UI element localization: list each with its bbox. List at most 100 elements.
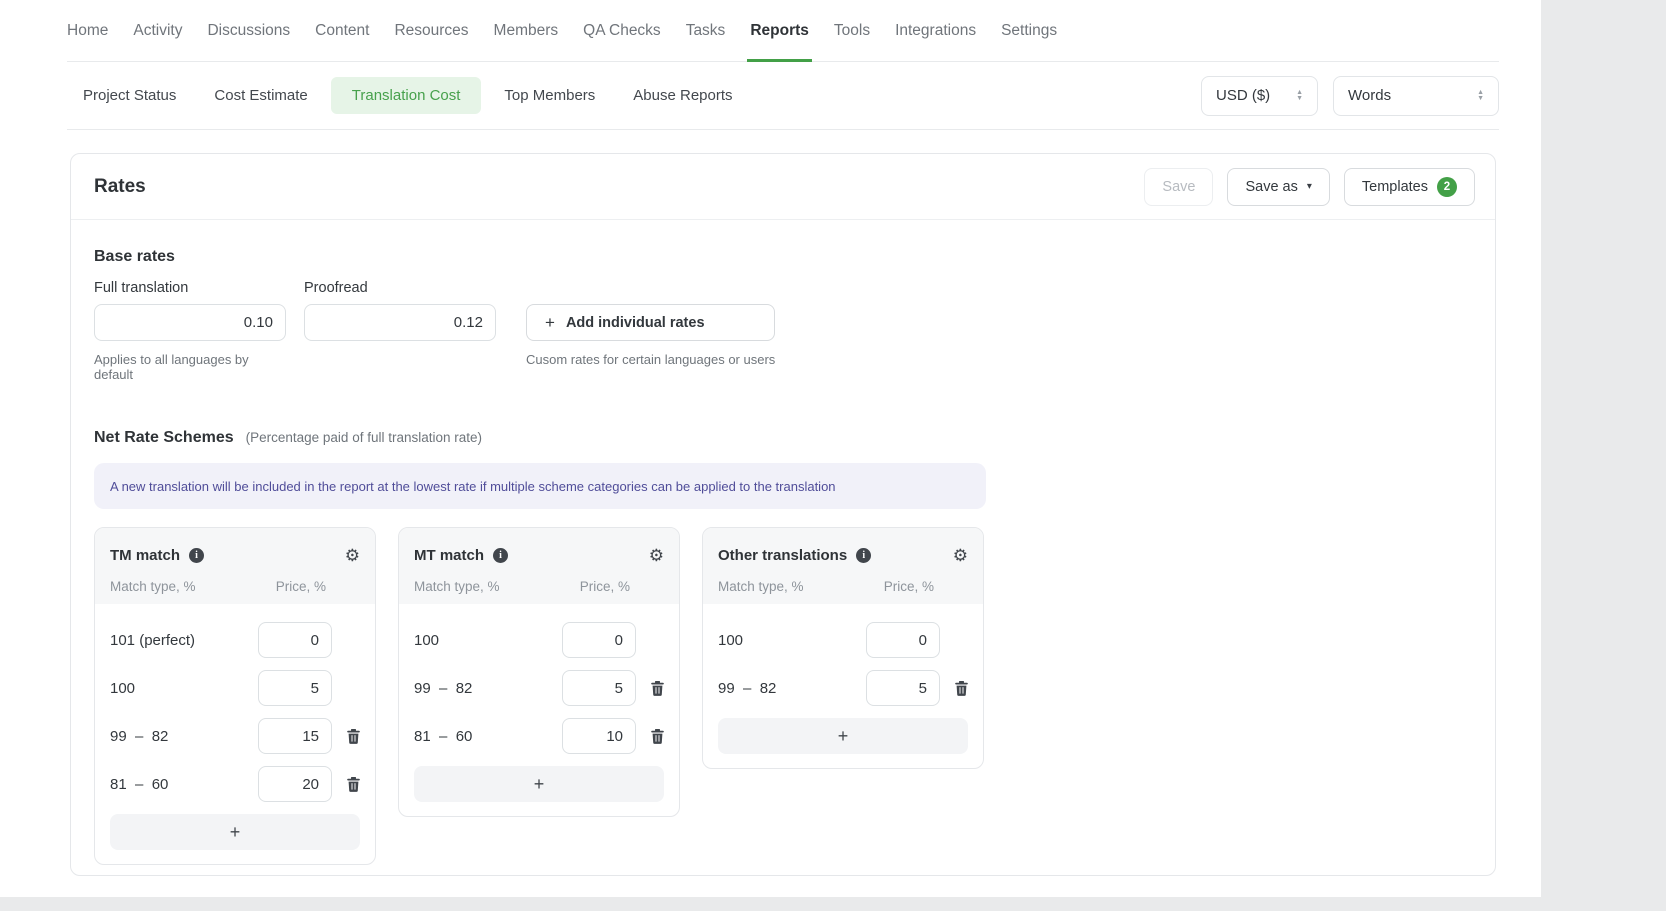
currency-select[interactable]: USD ($) ▲ ▼ xyxy=(1201,76,1318,116)
price-input[interactable] xyxy=(866,670,940,706)
tab-translation-cost[interactable]: Translation Cost xyxy=(331,77,482,114)
net-rate-schemes-heading-row: Net Rate Schemes (Percentage paid of ful… xyxy=(94,429,1472,447)
gear-icon[interactable]: ⚙ xyxy=(345,547,360,564)
save-as-button[interactable]: Save as ▾ xyxy=(1227,168,1329,206)
top-nav-item-resources[interactable]: Resources xyxy=(394,0,468,61)
chevron-down-icon: ▾ xyxy=(1307,181,1312,192)
scheme-title: TM match xyxy=(110,547,180,564)
tab-top-members[interactable]: Top Members xyxy=(504,87,595,104)
full-translation-input[interactable] xyxy=(94,304,286,341)
tab-project-status[interactable]: Project Status xyxy=(83,87,176,104)
top-nav-item-activity[interactable]: Activity xyxy=(133,0,182,61)
unit-select[interactable]: Words ▲ ▼ xyxy=(1333,76,1499,116)
trash-icon xyxy=(955,681,968,696)
price-input[interactable] xyxy=(258,622,332,658)
trash-icon xyxy=(347,729,360,744)
schemes-row: TM match i ⚙ Match type, % Price, % xyxy=(94,527,1472,865)
full-translation-field: Full translation Applies to all language… xyxy=(94,279,286,382)
app-window: Home Activity Discussions Content Resour… xyxy=(0,0,1541,897)
table-row: 100 xyxy=(414,622,664,658)
scheme-mt-match: MT match i ⚙ Match type, % Price, % xyxy=(398,527,680,817)
gear-icon[interactable]: ⚙ xyxy=(649,547,664,564)
spacer xyxy=(526,279,775,304)
table-row: 81 – 60 xyxy=(110,766,360,802)
price-input[interactable] xyxy=(258,718,332,754)
add-row-button[interactable]: + xyxy=(414,766,664,802)
page: Home Activity Discussions Content Resour… xyxy=(0,0,1666,911)
scheme-header: MT match i ⚙ Match type, % Price, % xyxy=(399,528,679,604)
table-row: 81 – 60 xyxy=(414,718,664,754)
proofread-label: Proofread xyxy=(304,279,496,297)
save-button[interactable]: Save xyxy=(1144,168,1213,206)
currency-select-value: USD ($) xyxy=(1216,87,1270,104)
full-translation-label: Full translation xyxy=(94,279,286,297)
top-nav-item-settings[interactable]: Settings xyxy=(1001,0,1057,61)
reports-tab-bar: Project Status Cost Estimate Translation… xyxy=(67,62,1499,130)
match-type-label: 99 – 82 xyxy=(718,680,866,697)
rates-card: Rates Save Save as ▾ Templates 2 Base ra… xyxy=(70,153,1496,876)
tab-abuse-reports[interactable]: Abuse Reports xyxy=(633,87,732,104)
add-row-button[interactable]: + xyxy=(110,814,360,850)
top-nav-item-integrations[interactable]: Integrations xyxy=(895,0,976,61)
trash-icon xyxy=(651,729,664,744)
match-type-label: 100 xyxy=(414,632,562,649)
top-nav-item-tasks[interactable]: Tasks xyxy=(686,0,726,61)
delete-row-button[interactable] xyxy=(651,681,664,696)
top-nav-item-qa-checks[interactable]: QA Checks xyxy=(583,0,661,61)
match-type-label: 81 – 60 xyxy=(414,728,562,745)
scheme-body: 100 99 – 82 81 – 60 xyxy=(399,604,679,816)
rates-actions: Save Save as ▾ Templates 2 xyxy=(1144,168,1475,206)
select-arrows-icon: ▲ ▼ xyxy=(1296,90,1303,102)
rates-card-header: Rates Save Save as ▾ Templates 2 xyxy=(71,154,1495,220)
scheme-body: 101 (perfect) 100 99 – 82 xyxy=(95,604,375,864)
delete-row-button[interactable] xyxy=(955,681,968,696)
price-input[interactable] xyxy=(258,766,332,802)
top-nav-item-discussions[interactable]: Discussions xyxy=(207,0,290,61)
tab-cost-estimate[interactable]: Cost Estimate xyxy=(214,87,307,104)
net-rate-schemes-heading: Net Rate Schemes xyxy=(94,429,234,447)
match-type-label: 99 – 82 xyxy=(110,728,258,745)
net-rate-schemes-subheading: (Percentage paid of full translation rat… xyxy=(246,430,482,445)
price-input[interactable] xyxy=(562,670,636,706)
info-icon[interactable]: i xyxy=(189,548,204,563)
match-type-column-header: Match type, % xyxy=(718,579,804,594)
top-nav: Home Activity Discussions Content Resour… xyxy=(67,0,1499,62)
price-input[interactable] xyxy=(562,622,636,658)
top-nav-item-tools[interactable]: Tools xyxy=(834,0,870,61)
top-nav-item-reports[interactable]: Reports xyxy=(750,0,809,61)
delete-row-button[interactable] xyxy=(651,729,664,744)
add-row-button[interactable]: + xyxy=(718,718,968,754)
delete-row-button[interactable] xyxy=(347,777,360,792)
info-icon[interactable]: i xyxy=(856,548,871,563)
match-type-label: 100 xyxy=(110,680,258,697)
info-icon[interactable]: i xyxy=(493,548,508,563)
price-column-header: Price, % xyxy=(884,579,934,594)
proofread-input[interactable] xyxy=(304,304,496,341)
price-input[interactable] xyxy=(866,622,940,658)
match-type-label: 99 – 82 xyxy=(414,680,562,697)
table-row: 101 (perfect) xyxy=(110,622,360,658)
scheme-title: Other translations xyxy=(718,547,847,564)
match-type-column-header: Match type, % xyxy=(110,579,196,594)
proofread-field: Proofread xyxy=(304,279,496,382)
templates-button[interactable]: Templates 2 xyxy=(1344,168,1475,206)
match-type-label: 81 – 60 xyxy=(110,776,258,793)
price-input[interactable] xyxy=(258,670,332,706)
scheme-other-translations: Other translations i ⚙ Match type, % Pri… xyxy=(702,527,984,769)
individual-rates-hint: Cusom rates for certain languages or use… xyxy=(526,352,775,367)
add-individual-rates-button[interactable]: + Add individual rates xyxy=(526,304,775,341)
trash-icon xyxy=(347,777,360,792)
gear-icon[interactable]: ⚙ xyxy=(953,547,968,564)
price-input[interactable] xyxy=(562,718,636,754)
base-rates-grid: Full translation Applies to all language… xyxy=(94,279,1472,382)
individual-rates-field: + Add individual rates Cusom rates for c… xyxy=(526,279,775,382)
table-row: 100 xyxy=(718,622,968,658)
top-nav-item-members[interactable]: Members xyxy=(494,0,559,61)
delete-row-button[interactable] xyxy=(347,729,360,744)
page-title: Rates xyxy=(94,176,146,198)
info-banner: A new translation will be included in th… xyxy=(94,463,986,509)
price-column-header: Price, % xyxy=(580,579,630,594)
top-nav-item-content[interactable]: Content xyxy=(315,0,369,61)
templates-count-badge: 2 xyxy=(1437,177,1457,197)
top-nav-item-home[interactable]: Home xyxy=(67,0,108,61)
